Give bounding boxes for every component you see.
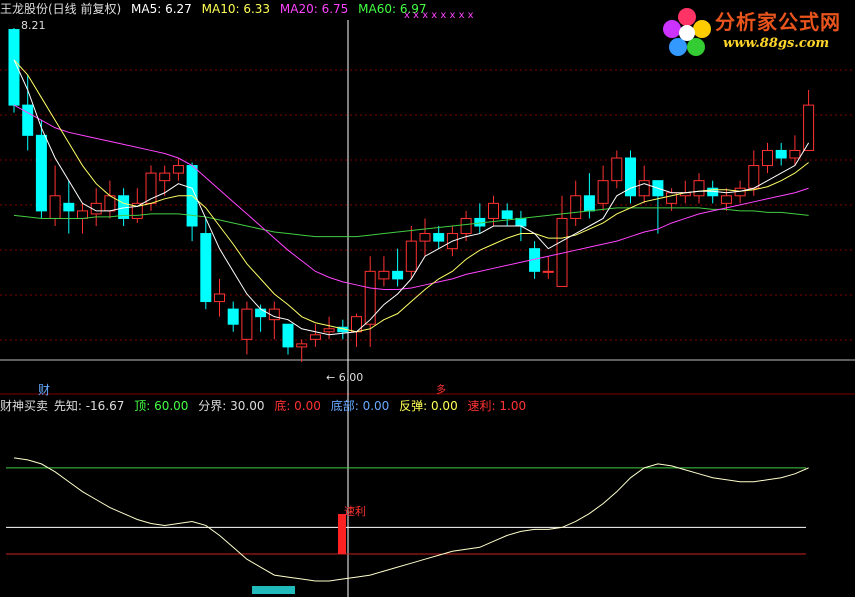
candle-body bbox=[159, 172, 171, 182]
fenjie-value: 分界: 30.00 bbox=[198, 399, 265, 413]
candle-body bbox=[583, 195, 595, 212]
candle-body bbox=[720, 195, 732, 204]
logo-text: 分析家公式网 bbox=[715, 10, 841, 34]
low-price-label: ← 6.00 bbox=[326, 371, 364, 384]
candle-body bbox=[309, 334, 321, 340]
candle-body bbox=[433, 233, 445, 242]
fantan-value: 反弹: 0.00 bbox=[399, 399, 458, 413]
candle-body bbox=[392, 270, 404, 280]
candle-body bbox=[748, 165, 760, 189]
signal-label: 速利 bbox=[344, 505, 366, 518]
candle-body bbox=[77, 210, 88, 219]
candle-body bbox=[227, 308, 239, 325]
candle-body bbox=[296, 343, 308, 348]
candle-body bbox=[666, 192, 678, 204]
logo-url: www.88gs.com bbox=[723, 36, 830, 51]
low-price-value: 6.00 bbox=[338, 371, 364, 384]
candle-body bbox=[762, 149, 773, 167]
site-logo[interactable]: 分析家公式网 www.88gs.com bbox=[653, 0, 855, 66]
di-value: 底: 0.00 bbox=[274, 399, 321, 413]
suli-signal-bar bbox=[338, 514, 346, 554]
candle-body bbox=[611, 157, 623, 182]
candle-body bbox=[22, 104, 34, 136]
candle-body bbox=[597, 180, 609, 204]
candle-body bbox=[49, 195, 61, 219]
candle-body bbox=[419, 233, 431, 242]
candle-body bbox=[323, 328, 335, 333]
candle-body bbox=[351, 316, 362, 333]
ding-value: 顶: 60.00 bbox=[134, 399, 189, 413]
candle-body bbox=[638, 180, 650, 197]
indicator-header: 财神买卖 先知: -16.67 顶: 60.00 分界: 30.00 底: 0.… bbox=[0, 397, 532, 414]
candle-body bbox=[200, 233, 212, 303]
tag-cai: 财 bbox=[38, 383, 51, 397]
suli-value: 速利: 1.00 bbox=[467, 399, 527, 413]
ma5-line bbox=[13, 59, 810, 336]
candle-body bbox=[570, 195, 582, 219]
ma20-label: MA20: 6.75 bbox=[279, 2, 349, 16]
candle-body bbox=[542, 270, 554, 273]
candle-body bbox=[693, 180, 705, 197]
candle-body bbox=[515, 217, 527, 227]
candle-body bbox=[63, 202, 75, 212]
flower-logo-icon bbox=[663, 8, 711, 56]
oscillator-line bbox=[13, 457, 809, 582]
candle-body bbox=[214, 293, 225, 303]
dibu-value: 底部: 0.00 bbox=[330, 399, 390, 413]
candle-body bbox=[775, 149, 787, 159]
candle-body bbox=[405, 240, 417, 272]
candle-body bbox=[501, 210, 513, 219]
candle-body bbox=[789, 149, 801, 159]
candle-body bbox=[282, 323, 294, 348]
top-markers: x x x x x x x x bbox=[404, 10, 474, 21]
candle-body bbox=[241, 308, 253, 340]
chart-canvas[interactable] bbox=[0, 0, 855, 597]
candle-body bbox=[460, 217, 472, 235]
candle-body bbox=[255, 308, 267, 318]
candle-body bbox=[172, 165, 184, 174]
indicator-name: 财神买卖 bbox=[0, 399, 49, 413]
candle-body bbox=[488, 202, 499, 219]
price-panel-header: 王龙股份(日线 前复权) MA5: 6.27 MA10: 6.33 MA20: … bbox=[0, 0, 433, 17]
stock-title: 王龙股份(日线 前复权) bbox=[0, 2, 122, 16]
candle-body bbox=[35, 134, 47, 212]
ma10-label: MA10: 6.33 bbox=[201, 2, 271, 16]
xianzhi-value: 先知: -16.67 bbox=[53, 399, 125, 413]
high-price-label: 8.21 bbox=[21, 19, 46, 32]
candle-body bbox=[378, 270, 390, 280]
bottom-signal-block bbox=[252, 586, 295, 594]
ma5-label: MA5: 6.27 bbox=[131, 2, 192, 16]
tag-duo: 多 bbox=[436, 385, 446, 396]
